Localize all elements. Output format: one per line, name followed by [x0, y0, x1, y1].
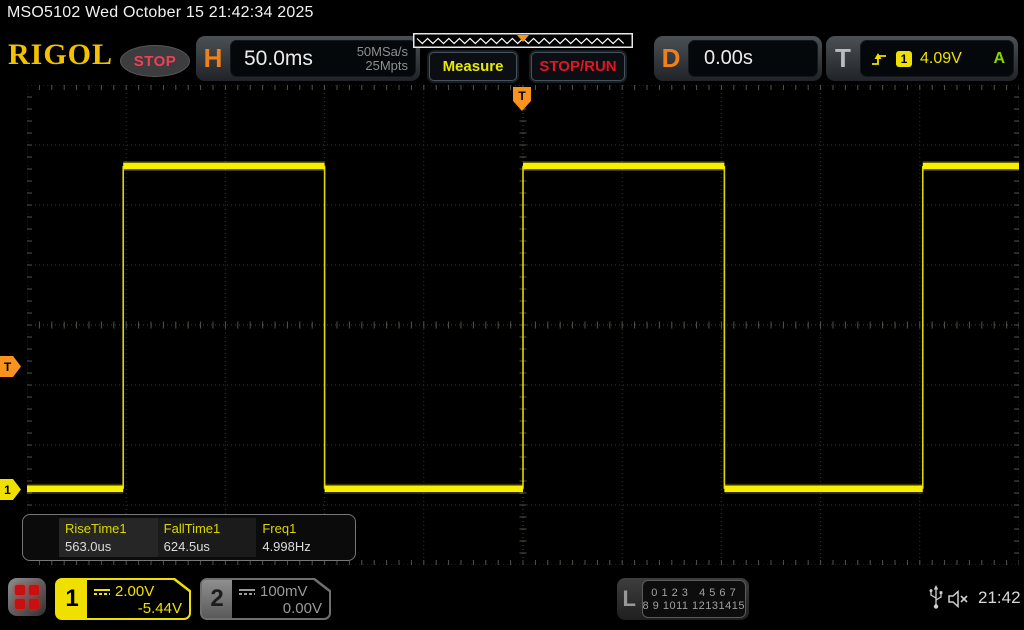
channel1-scale: 2.00V [115, 583, 155, 600]
usb-icon [929, 585, 943, 609]
horizontal-settings-block[interactable]: H 50.0ms 50MSa/s 25Mpts [196, 36, 420, 81]
trigger-settings-block[interactable]: T 1 4.09V A [826, 36, 1018, 81]
timebase-value: 50.0ms [244, 46, 313, 70]
logic-channels-badge[interactable]: L 0 1 2 3 4 5 6 7 8 9 1011 12131415 [617, 578, 749, 620]
delay-settings-block[interactable]: D 0.00s [654, 36, 822, 81]
dc-coupling-icon [94, 588, 110, 595]
model-and-datetime: MSO5102 Wed October 15 21:42:34 2025 [7, 4, 314, 21]
dc-coupling-icon [239, 588, 255, 595]
trigger-level-marker[interactable]: T [0, 356, 21, 377]
channel1-offset: -5.44V [137, 600, 182, 617]
measurement-freq: Freq1 4.998Hz [262, 521, 311, 554]
trigger-level-value: 4.09V [920, 49, 962, 67]
oscilloscope-screen: MSO5102 Wed October 15 21:42:34 2025 RIG… [0, 0, 1024, 630]
channel1-number: 1 [57, 580, 87, 618]
ch1-offset-marker[interactable]: 1 [0, 479, 21, 500]
rising-edge-icon [872, 52, 886, 65]
trigger-label: T [835, 43, 851, 73]
badge-corner-notch [313, 578, 331, 592]
sample-rate-and-depth: 50MSa/s 25Mpts [356, 43, 408, 73]
menu-grid-icon [15, 585, 39, 609]
clock: 21:42 [978, 588, 1021, 607]
trigger-mode: A [993, 49, 1005, 67]
logic-channels-row2: 8 9 1011 12131415 [642, 599, 745, 612]
stop-run-button[interactable]: STOP/RUN [531, 52, 625, 81]
measure-button[interactable]: Measure [429, 52, 517, 81]
measurement-results-panel: RiseTime1 563.0us FallTime1 624.5us Freq… [22, 514, 356, 561]
channel2-number: 2 [202, 580, 232, 618]
waveform-display [27, 85, 1019, 565]
logic-label: L [622, 586, 636, 611]
horizontal-label: H [203, 43, 223, 73]
channel2-offset: 0.00V [282, 600, 322, 617]
channel2-badge[interactable]: 2 100mV 0.00V [200, 578, 331, 620]
delay-value: 0.00s [704, 47, 753, 69]
channel1-badge[interactable]: 1 2.00V -5.44V [55, 578, 191, 620]
measurement-risetime: RiseTime1 563.0us [59, 518, 158, 557]
waveform-preview-bar[interactable] [413, 33, 633, 48]
channel2-scale: 100mV [260, 583, 308, 600]
rigol-logo: RIGOL [8, 38, 114, 71]
acquisition-status-badge: STOP [120, 45, 190, 77]
badge-corner-notch [173, 578, 191, 592]
measurement-falltime: FallTime1 624.5us [157, 518, 257, 557]
logic-channels-row1: 0 1 2 3 4 5 6 7 [651, 586, 737, 599]
main-menu-button[interactable] [8, 578, 46, 616]
delay-label: D [661, 43, 681, 73]
trigger-source-badge: 1 [896, 50, 912, 67]
speaker-muted-icon [948, 589, 968, 609]
